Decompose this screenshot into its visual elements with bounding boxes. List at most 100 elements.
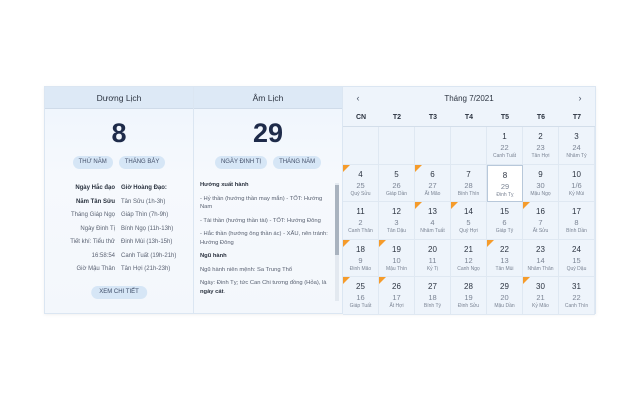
- calendar-day-10[interactable]: 10 1/6 Kỷ Mùi: [559, 164, 595, 202]
- lunar-scrollbar[interactable]: [335, 183, 339, 301]
- day-quality-label: Ngày Hắc đạo: [75, 185, 115, 191]
- solar-date: 7: [466, 169, 471, 179]
- can-chi-label: Đinh Tỵ: [496, 191, 514, 198]
- calendar-day-16[interactable]: 16 7 Ất Sửu: [523, 202, 559, 240]
- can-chi-label: Bính Thìn: [457, 190, 480, 197]
- calendar-day-1[interactable]: 1 22 Canh Tuất: [487, 127, 523, 165]
- event-marker-icon: [415, 202, 422, 209]
- lunar-date: 22: [500, 143, 509, 152]
- solar-date: 31: [572, 282, 581, 291]
- lunar-date: 21: [536, 293, 545, 302]
- calendar-day-15[interactable]: 15 6 Giáp Tý: [487, 202, 523, 240]
- event-marker-icon: [379, 277, 386, 284]
- hours-table: Ngày Hắc đạo Năm Tân Sửu Tháng Giáp Ngọ …: [45, 182, 193, 277]
- calendar-day-29[interactable]: 29 20 Mậu Dần: [487, 277, 523, 315]
- solar-date: 27: [428, 282, 437, 291]
- lunar-date: 22: [572, 293, 581, 302]
- travel-direction-heading: Hướng xuất hành: [200, 182, 249, 188]
- solar-date: 12: [392, 207, 401, 216]
- lunar-date: 12: [464, 255, 473, 265]
- calendar-day-30[interactable]: 30 21 Kỷ Mão: [523, 277, 559, 315]
- calendar-day-24[interactable]: 24 15 Quý Dậu: [559, 239, 595, 277]
- month-can-chi: Tháng Giáp Ngọ: [70, 212, 115, 218]
- lunar-date: 28: [464, 180, 473, 190]
- calendar-day-4[interactable]: 4 25 Quý Sửu: [343, 164, 379, 202]
- calendar-empty-cell: [343, 127, 379, 165]
- calendar-day-18[interactable]: 18 9 Đinh Mão: [343, 239, 379, 277]
- scrollbar-thumb[interactable]: [335, 185, 339, 255]
- calendar-day-5[interactable]: 5 26 Giáp Dần: [379, 164, 415, 202]
- calendar-day-27[interactable]: 27 18 Bính Tý: [415, 277, 451, 315]
- calendar-day-7[interactable]: 7 28 Bính Thìn: [451, 164, 487, 202]
- five-elements-heading: Ngũ hành: [200, 253, 227, 259]
- calendar-widget: Dương Lịch 8 THỨ NĂM THÁNG BẢY Ngày Hắc …: [44, 86, 596, 315]
- can-chi-label: Tân Dậu: [386, 228, 407, 234]
- five-elements-day-text: Ngày: Đinh Tỵ; tức Can Chi tương đồng (H…: [200, 280, 327, 286]
- event-marker-icon: [451, 202, 458, 209]
- lunar-date: 15: [572, 255, 581, 265]
- lunar-date: 4: [430, 218, 435, 227]
- calendar-day-8[interactable]: 8 29 Đinh Tỵ: [487, 164, 523, 202]
- calendar-empty-cell: [415, 127, 451, 165]
- weekday-header: T3: [415, 109, 451, 127]
- calendar-day-9[interactable]: 9 30 Mậu Ngọ: [523, 164, 559, 202]
- can-chi-label: Tân Mùi: [495, 265, 514, 272]
- good-day-label: ngày cát: [200, 288, 224, 295]
- event-marker-icon: [523, 202, 530, 209]
- calendar-day-3[interactable]: 3 24 Nhâm Tý: [559, 127, 595, 165]
- calendar-day-25[interactable]: 25 16 Giáp Tuất: [343, 277, 379, 315]
- solar-date: 15: [500, 207, 509, 216]
- event-marker-icon: [343, 277, 350, 284]
- can-chi-label: Canh Tuất: [492, 153, 517, 159]
- calendar-day-13[interactable]: 13 4 Nhâm Tuất: [415, 202, 451, 240]
- calendar-day-31[interactable]: 31 22 Canh Thìn: [559, 277, 595, 315]
- lunar-title: Âm Lịch: [194, 87, 342, 109]
- can-chi-label: Ất Sửu: [532, 228, 549, 234]
- weekday-header: T2: [379, 109, 415, 127]
- lunar-date: 25: [356, 180, 365, 190]
- calendar-day-11[interactable]: 11 2 Canh Thân: [343, 202, 379, 240]
- view-details-button[interactable]: XEM CHI TIẾT: [91, 286, 147, 299]
- calendar-day-28[interactable]: 28 19 Đinh Sửu: [451, 277, 487, 315]
- month-chip: THÁNG BẢY: [118, 156, 166, 169]
- can-chi-label: Bính Dần: [566, 228, 587, 234]
- solar-term: Tiết khí: Tiểu thử: [70, 239, 115, 245]
- year-can-chi: Năm Tân Sửu: [75, 198, 115, 205]
- can-chi-label: Kỷ Mão: [532, 303, 549, 309]
- lunar-date: 3: [394, 218, 399, 227]
- event-marker-icon: [343, 164, 350, 172]
- solar-date: 9: [538, 169, 543, 179]
- can-chi-label: Nhâm Tý: [566, 153, 587, 159]
- good-hour: Đinh Mùi (13h-15h): [121, 239, 173, 245]
- can-chi-label: Ất Mão: [424, 190, 441, 197]
- calendar-day-20[interactable]: 20 11 Kỷ Tị: [415, 239, 451, 277]
- prev-month-icon[interactable]: ‹: [353, 93, 363, 103]
- can-chi-label: Tân Hợi: [531, 153, 550, 159]
- can-chi-label: Mậu Ngọ: [530, 190, 551, 197]
- calendar-day-22[interactable]: 22 13 Tân Mùi: [487, 239, 523, 277]
- event-marker-icon: [487, 239, 494, 247]
- calendar-day-17[interactable]: 17 8 Bính Dần: [559, 202, 595, 240]
- event-marker-icon: [343, 239, 350, 247]
- event-marker-icon: [379, 239, 386, 247]
- day-can-chi: Ngày Đinh Tị: [80, 225, 115, 232]
- direction-line: - Hắc thần (hướng ông thần ác) - XẤU, nê…: [200, 231, 328, 246]
- calendar-day-23[interactable]: 23 14 Nhâm Thân: [523, 239, 559, 277]
- calendar-day-19[interactable]: 19 10 Mậu Thìn: [379, 239, 415, 277]
- lunar-date: 9: [358, 255, 363, 265]
- direction-line: - Hỷ thần (hướng thần may mắn) - TỐT: Hư…: [200, 195, 323, 211]
- good-hour: Bính Ngọ (11h-13h): [121, 225, 174, 232]
- calendar-day-14[interactable]: 14 5 Quý Hợi: [451, 202, 487, 240]
- calendar-day-6[interactable]: 6 27 Ất Mão: [415, 164, 451, 202]
- calendar-day-26[interactable]: 26 17 Ất Hợi: [379, 277, 415, 315]
- solar-date: 17: [572, 207, 581, 216]
- can-chi-label: Nhâm Thân: [527, 265, 554, 272]
- lunar-date: 26: [392, 180, 401, 190]
- calendar-day-21[interactable]: 21 12 Canh Ngọ: [451, 239, 487, 277]
- next-month-icon[interactable]: ›: [575, 93, 585, 103]
- calendar-day-2[interactable]: 2 23 Tân Hợi: [523, 127, 559, 165]
- can-chi-label: Kỷ Mùi: [568, 190, 585, 197]
- calendar-day-12[interactable]: 12 3 Tân Dậu: [379, 202, 415, 240]
- calendar-header: ‹ Tháng 7/2021 ›: [343, 87, 595, 109]
- lunar-date: 5: [466, 218, 471, 227]
